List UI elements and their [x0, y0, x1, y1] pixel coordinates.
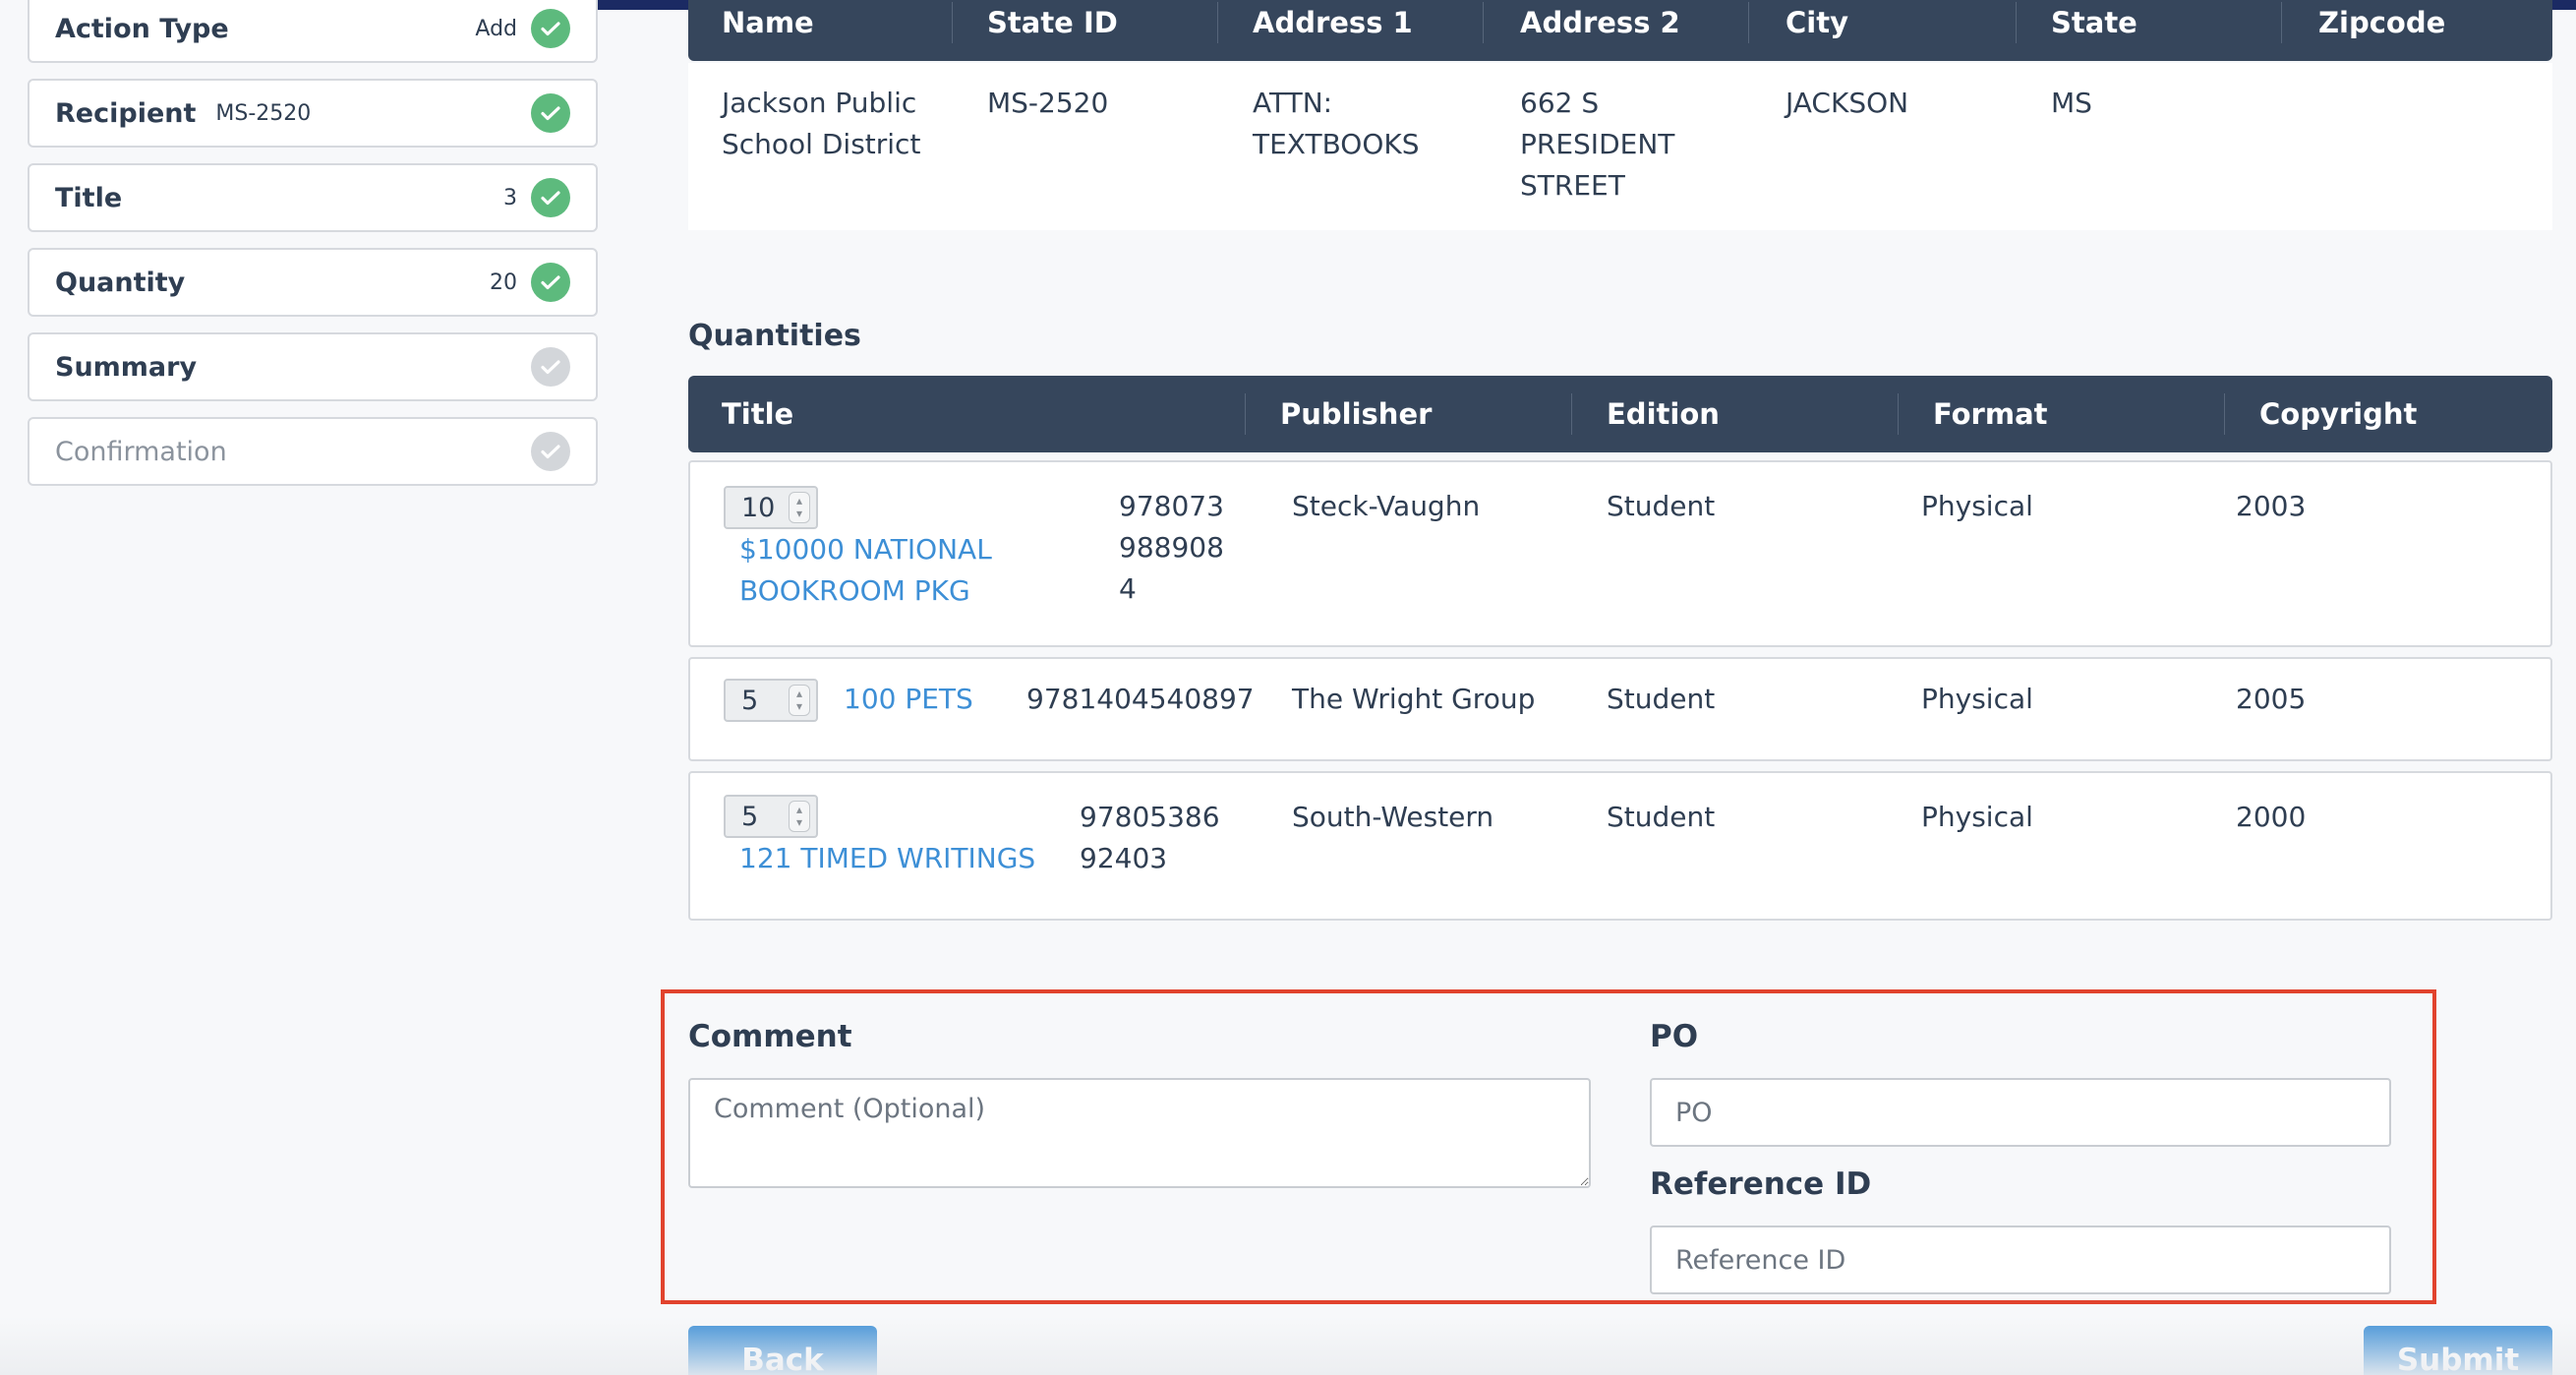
col-title: Title — [722, 397, 794, 431]
step-summary[interactable]: Summary — [28, 332, 598, 401]
step-confirmation[interactable]: Confirmation — [28, 417, 598, 486]
po-input[interactable] — [1650, 1078, 2391, 1147]
step-label: Confirmation — [55, 436, 227, 467]
copyright: 2003 — [2236, 490, 2307, 522]
step-label: Recipient — [55, 97, 197, 129]
table-row: 5 ▴ ▾ 121 TIMED WRITINGS 9780538692403 So… — [688, 771, 2552, 921]
bottom-shadow — [0, 1316, 2576, 1375]
quantity-stepper[interactable]: 5 ▴ ▾ — [724, 679, 818, 722]
step-value: 20 — [490, 269, 517, 295]
table-row: 5 ▴ ▾ 100 PETS 9781404540897 The Wright G… — [688, 657, 2552, 761]
col-state: State — [2051, 6, 2137, 39]
recipient-city: JACKSON — [1786, 87, 1909, 119]
edition: Student — [1607, 801, 1716, 833]
spinner-arrows-icon[interactable]: ▴ ▾ — [789, 801, 810, 832]
copyright: 2005 — [2236, 683, 2307, 715]
check-icon — [531, 178, 570, 217]
comment-label: Comment — [688, 1019, 852, 1054]
quantity-stepper[interactable]: 10 ▴ ▾ — [724, 486, 818, 529]
recipient-row: Jackson Public School District MS-2520 A… — [688, 63, 2552, 230]
publisher: The Wright Group — [1292, 683, 1536, 715]
recipient-address2: 662 S PRESIDENT STREET — [1520, 87, 1675, 202]
recipient-address1: ATTN: TEXTBOOKS — [1253, 87, 1420, 160]
isbn: 9780739889084 — [1119, 490, 1224, 605]
copyright: 2000 — [2236, 801, 2307, 833]
publisher: Steck-Vaughn — [1292, 490, 1481, 522]
format: Physical — [1921, 683, 2033, 715]
comment-input[interactable] — [688, 1078, 1591, 1188]
isbn: 9781404540897 — [1026, 683, 1255, 715]
col-name: Name — [722, 6, 814, 39]
step-action-type[interactable]: Action Type Add — [28, 0, 598, 63]
reference-id-input[interactable] — [1650, 1226, 2391, 1294]
step-label: Quantity — [55, 267, 186, 298]
check-icon — [531, 432, 570, 471]
quantity-stepper[interactable]: 5 ▴ ▾ — [724, 795, 818, 838]
recipient-state: MS — [2051, 87, 2092, 119]
col-copyright: Copyright — [2259, 397, 2418, 431]
col-zipcode: Zipcode — [2318, 6, 2446, 39]
check-icon — [531, 347, 570, 387]
back-button[interactable]: Back — [688, 1326, 877, 1375]
format: Physical — [1921, 490, 2033, 522]
table-row: 10 ▴ ▾ $10000 NATIONAL BOOKROOM PKG 97807… — [688, 460, 2552, 647]
step-recipient[interactable]: Recipient MS-2520 — [28, 79, 598, 148]
format: Physical — [1921, 801, 2033, 833]
col-format: Format — [1933, 397, 2048, 431]
title-link[interactable]: $10000 NATIONAL BOOKROOM PKG — [739, 529, 995, 612]
check-icon — [531, 9, 570, 48]
step-label: Action Type — [55, 13, 229, 44]
quantity-value: 5 — [741, 801, 759, 832]
isbn: 9780538692403 — [1080, 801, 1220, 874]
step-label: Summary — [55, 351, 198, 383]
col-edition: Edition — [1607, 397, 1720, 431]
spinner-arrows-icon[interactable]: ▴ ▾ — [789, 685, 810, 716]
step-value: Add — [475, 16, 517, 41]
check-icon — [531, 263, 570, 302]
po-label: PO — [1650, 1019, 1699, 1054]
step-label: Title — [55, 182, 123, 213]
title-link[interactable]: 100 PETS — [844, 679, 973, 720]
step-value: MS-2520 — [215, 100, 312, 126]
step-title[interactable]: Title 3 — [28, 163, 598, 232]
title-link[interactable]: 121 TIMED WRITINGS — [739, 838, 1035, 879]
recipient-table-header: Name State ID Address 1 Address 2 City S… — [688, 0, 2552, 61]
col-city: City — [1786, 6, 1848, 39]
check-icon — [531, 93, 570, 133]
col-address1: Address 1 — [1253, 6, 1413, 39]
step-quantity[interactable]: Quantity 20 — [28, 248, 598, 317]
recipient-name: Jackson Public School District — [722, 87, 921, 160]
col-address2: Address 2 — [1520, 6, 1680, 39]
col-publisher: Publisher — [1280, 397, 1433, 431]
quantity-value: 10 — [741, 492, 776, 523]
edition: Student — [1607, 490, 1716, 522]
quantities-title: Quantities — [688, 319, 861, 353]
edition: Student — [1607, 683, 1716, 715]
step-value: 3 — [503, 185, 517, 210]
publisher: South-Western — [1292, 801, 1494, 833]
quantities-table-header: Title Publisher Edition Format Copyright — [688, 376, 2552, 452]
spinner-arrows-icon[interactable]: ▴ ▾ — [789, 492, 810, 523]
reference-id-label: Reference ID — [1650, 1166, 1872, 1202]
quantity-value: 5 — [741, 685, 759, 716]
col-state-id: State ID — [987, 6, 1118, 39]
recipient-state-id: MS-2520 — [987, 87, 1109, 119]
submit-button[interactable]: Submit — [2364, 1326, 2552, 1375]
